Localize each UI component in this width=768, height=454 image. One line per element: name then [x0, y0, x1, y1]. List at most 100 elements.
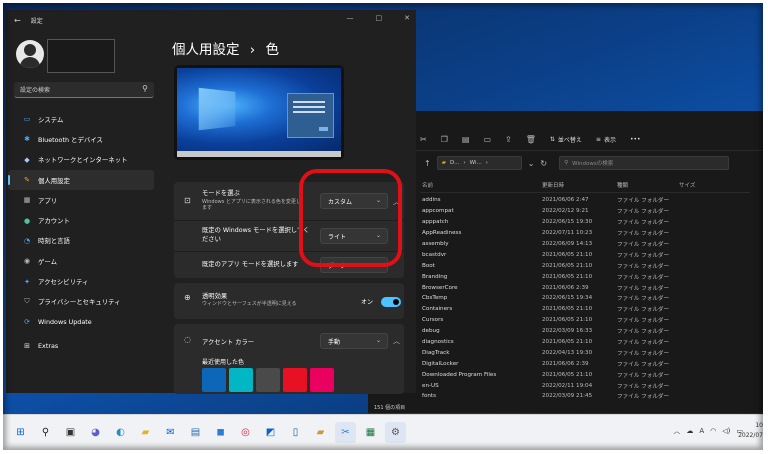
sidebar-item-8[interactable]: ✦ アクセシビリティ: [8, 271, 154, 291]
address-part[interactable]: D...: [450, 160, 459, 166]
rename-icon[interactable]: ▭: [483, 135, 491, 144]
task-view-icon[interactable]: ▣: [60, 422, 81, 443]
file-row[interactable]: apppatch 2022/06/15 19:30 ファイル フォルダー: [420, 217, 750, 228]
sidebar-item-5[interactable]: ● アカウント: [8, 210, 154, 230]
start-icon[interactable]: ⊞: [10, 422, 31, 443]
chrome-icon[interactable]: ◎: [235, 422, 256, 443]
breadcrumb-current: 色: [265, 42, 280, 58]
copy-icon[interactable]: ❐: [441, 135, 448, 144]
app-icon-1[interactable]: ◼: [210, 422, 231, 443]
file-row[interactable]: CbsTemp 2022/06/15 19:34 ファイル フォルダー: [420, 293, 750, 304]
excel-icon[interactable]: ▦: [360, 422, 381, 443]
more-button[interactable]: •••: [630, 136, 641, 143]
sidebar-item-label: アプリ: [38, 196, 58, 205]
recent-color-swatch[interactable]: [283, 368, 307, 392]
sidebar-item-4[interactable]: ▦ アプリ: [8, 190, 154, 210]
chevron-up-icon[interactable]: ︿: [393, 336, 400, 346]
edge-icon[interactable]: ◐: [110, 422, 131, 443]
view-button[interactable]: ≡ 表示: [596, 135, 616, 144]
recent-color-swatch[interactable]: [310, 368, 334, 392]
file-row[interactable]: DigitalLocker 2021/06/06 2:39 ファイル フォルダー: [420, 358, 750, 369]
file-row[interactable]: AppReadiness 2022/07/11 10:23 ファイル フォルダー: [420, 228, 750, 239]
recent-color-swatch[interactable]: [256, 368, 280, 392]
back-arrow-icon[interactable]: ←: [14, 16, 21, 25]
sidebar-item-0[interactable]: ▭ システム: [8, 109, 154, 129]
recent-color-swatch[interactable]: [229, 368, 253, 392]
sidebar-item-10[interactable]: ⟳ Windows Update: [8, 312, 154, 332]
sidebar-item-3[interactable]: ✎ 個人用設定: [8, 169, 154, 191]
chevron-up-icon[interactable]: ︿: [673, 426, 680, 436]
mail-icon[interactable]: ✉: [160, 422, 181, 443]
sort-button[interactable]: ⇅ 並べ替え: [550, 135, 582, 144]
address-bar[interactable]: ▰ D... › Wi... ›: [436, 156, 522, 170]
delete-icon[interactable]: 🗑: [526, 135, 536, 144]
window-title: 設定: [30, 17, 43, 25]
sidebar-item-11[interactable]: ⊞ Extras: [8, 336, 154, 356]
clock[interactable]: 10 2022/07: [738, 421, 763, 440]
file-type: ファイル フォルダー: [617, 274, 670, 281]
taskbar-icons: ⊞ ⚲ ▣ ◕ ◐ ▰ ✉ ▤ ◼ ◎ ◩ ▯ ▰ ✂ ▦ ⚙: [10, 422, 406, 443]
word-doc-icon[interactable]: ▯: [285, 422, 306, 443]
sidebar-item-9[interactable]: ⛉ プライバシーとセキュリティ: [8, 292, 154, 312]
file-row[interactable]: en-US 2022/02/11 19:04 ファイル フォルダー: [420, 380, 750, 391]
store-icon[interactable]: ▤: [185, 422, 206, 443]
sidebar-item-1[interactable]: ✱ Bluetooth とデバイス: [8, 129, 154, 149]
file-row[interactable]: diagnostics 2021/06/05 21:10 ファイル フォルダー: [420, 337, 750, 348]
wifi-icon[interactable]: ◠: [710, 427, 716, 435]
settings-gear-icon[interactable]: ⚙: [385, 422, 406, 443]
column-header-name[interactable]: 名前: [420, 181, 542, 192]
file-date: 2022/06/15 19:34: [542, 295, 593, 302]
search-icon[interactable]: ⚲: [35, 422, 56, 443]
sidebar-item-7[interactable]: ◉ ゲーム: [8, 251, 154, 271]
file-row[interactable]: Containers 2021/06/05 21:10 ファイル フォルダー: [420, 304, 750, 315]
cloud-icon[interactable]: ☁: [686, 427, 693, 435]
cut-icon[interactable]: ✂: [420, 135, 427, 144]
file-row[interactable]: addins 2021/06/06 2:47 ファイル フォルダー: [420, 195, 750, 206]
transparency-toggle[interactable]: [381, 297, 401, 307]
file-row[interactable]: Cursors 2021/06/05 21:10 ファイル フォルダー: [420, 315, 750, 326]
sidebar-item-2[interactable]: ◆ ネットワークとインターネット: [8, 150, 154, 170]
folder-icon[interactable]: ▰: [310, 422, 331, 443]
file-row[interactable]: assembly 2022/06/09 14:13 ファイル フォルダー: [420, 239, 750, 250]
brush-icon: ✎: [24, 176, 30, 185]
transparency-card[interactable]: ⊕ 透明効果 ウィンドウとサーフェスが半透明に見える オン: [174, 283, 404, 319]
chevron-down-icon[interactable]: ⌄: [528, 159, 535, 168]
address-part[interactable]: Wi...: [470, 160, 482, 166]
accent-dropdown[interactable]: 手動 ⌄: [320, 333, 388, 349]
avatar[interactable]: [16, 40, 44, 68]
column-header-size[interactable]: サイズ: [679, 181, 729, 192]
file-row[interactable]: Downloaded Program Files 2021/06/05 21:10…: [420, 369, 750, 380]
minimize-icon[interactable]: —: [347, 14, 354, 22]
column-header-date[interactable]: 更新日時: [542, 181, 617, 192]
file-row[interactable]: appcompat 2022/02/12 9:21 ファイル フォルダー: [420, 206, 750, 217]
refresh-icon[interactable]: ↻: [540, 159, 547, 168]
file-row[interactable]: Boot 2021/06/05 21:10 ファイル フォルダー: [420, 260, 750, 271]
file-row[interactable]: bcastdvr 2021/06/05 21:10 ファイル フォルダー: [420, 249, 750, 260]
ime-icon[interactable]: A: [699, 427, 704, 435]
outlook-icon[interactable]: ◩: [260, 422, 281, 443]
up-arrow-icon[interactable]: ↑: [424, 159, 431, 168]
close-icon[interactable]: ✕: [404, 14, 410, 22]
recent-color-swatch[interactable]: [202, 368, 226, 392]
file-name: Boot: [422, 262, 435, 269]
paste-icon[interactable]: ▤: [462, 135, 470, 144]
file-date: 2022/06/09 14:13: [542, 241, 593, 247]
file-row[interactable]: BrowserCore 2021/06/06 2:39 ファイル フォルダー: [420, 282, 750, 293]
file-explorer-icon[interactable]: ▰: [135, 422, 156, 443]
share-icon[interactable]: ⇪: [505, 135, 512, 144]
file-row[interactable]: fonts 2022/03/09 21:45 ファイル フォルダー: [420, 391, 750, 402]
transparency-desc: ウィンドウとサーフェスが半透明に見える: [202, 301, 297, 307]
chat-icon[interactable]: ◕: [85, 422, 106, 443]
sidebar-item-6[interactable]: ◔ 時刻と言語: [8, 231, 154, 251]
maximize-icon[interactable]: □: [376, 14, 383, 22]
file-row[interactable]: Branding 2021/06/05 21:10 ファイル フォルダー: [420, 271, 750, 282]
sidebar-item-label: ゲーム: [38, 257, 57, 266]
snipping-icon[interactable]: ✂: [335, 422, 356, 443]
file-row[interactable]: debug 2022/03/09 16:33 ファイル フォルダー: [420, 326, 750, 337]
volume-icon[interactable]: ◁): [722, 427, 730, 435]
settings-search-input[interactable]: 設定の検索 ⚲: [14, 82, 154, 98]
column-header-type[interactable]: 種類: [617, 181, 679, 192]
breadcrumb-parent[interactable]: 個人用設定: [172, 42, 240, 58]
explorer-search-input[interactable]: ⚲ Windowsの検索: [559, 156, 730, 170]
file-row[interactable]: DiagTrack 2022/04/13 19:30 ファイル フォルダー: [420, 347, 750, 358]
